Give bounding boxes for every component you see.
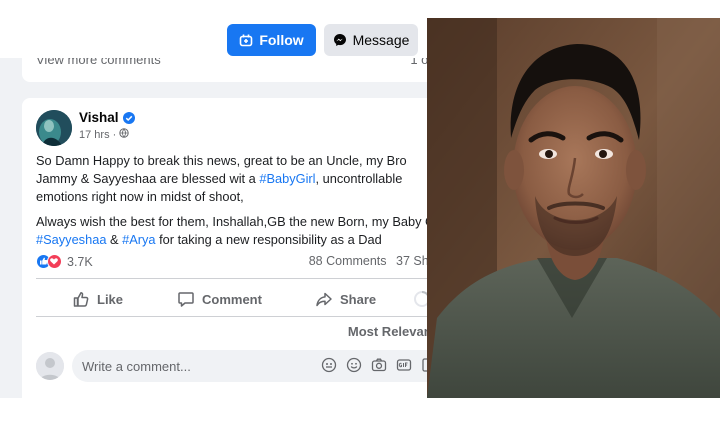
- comment-tool-icons: [321, 357, 437, 373]
- comment-input[interactable]: Write a comment...: [72, 350, 447, 382]
- post-timestamp[interactable]: 17 hrs: [79, 129, 110, 141]
- like-icon: [72, 290, 90, 308]
- camera-icon[interactable]: [371, 357, 387, 373]
- comment-icon: [177, 290, 195, 308]
- view-more-comments-link[interactable]: View more comments: [36, 58, 161, 67]
- portrait-photo: [427, 18, 720, 398]
- previous-post-card: View more comments 1 of: [22, 58, 442, 82]
- post-text-segment: for taking a new responsibility as a Dad: [155, 232, 382, 247]
- follow-button[interactable]: Follow: [227, 24, 316, 56]
- profile-action-bar: Follow Message: [0, 0, 455, 58]
- like-button[interactable]: Like: [72, 286, 123, 312]
- meta-separator: ·: [112, 128, 117, 141]
- share-label: Share: [340, 291, 377, 307]
- post-paragraph-2: Always wish the best for them, Inshallah…: [36, 213, 446, 249]
- gif-icon[interactable]: [396, 357, 412, 373]
- comment-label: Comment: [202, 291, 262, 307]
- emoji-icon[interactable]: [346, 357, 362, 373]
- messenger-icon: [333, 33, 347, 47]
- follow-label: Follow: [259, 32, 304, 48]
- globe-icon: [119, 128, 129, 141]
- post-author: Vishal: [79, 110, 135, 125]
- post-text-segment: Always wish the best for them, Inshallah…: [36, 214, 445, 229]
- post-action-bar: Like Comment Share: [36, 286, 441, 312]
- reaction-count: 3.7K: [67, 254, 93, 269]
- share-button[interactable]: Share: [315, 286, 376, 312]
- like-label: Like: [97, 291, 124, 307]
- verified-badge-icon: [122, 111, 135, 124]
- divider: [36, 316, 441, 317]
- share-icon: [315, 290, 333, 308]
- hashtag-link[interactable]: #BabyGirl: [259, 171, 315, 186]
- author-avatar[interactable]: [36, 110, 72, 146]
- message-label: Message: [352, 32, 410, 48]
- comment-sort-label: Most Relevant: [347, 324, 436, 339]
- commenter-avatar: [36, 352, 64, 380]
- post-text-segment: &: [106, 232, 123, 247]
- reaction-summary[interactable]: 3.7K: [36, 254, 93, 269]
- message-button[interactable]: Message: [324, 24, 418, 56]
- post-meta: 17 hrs ·: [79, 128, 129, 141]
- author-name[interactable]: Vishal: [79, 110, 119, 125]
- divider: [36, 278, 441, 279]
- hashtag-link[interactable]: #Arya: [122, 232, 155, 247]
- post-paragraph-1: So Damn Happy to break this news, great …: [36, 152, 446, 206]
- bottom-white-strip: [0, 398, 720, 422]
- hashtag-link[interactable]: #Sayyeshaa: [36, 232, 106, 247]
- post-body: So Damn Happy to break this news, great …: [36, 152, 446, 256]
- love-reaction-icon: [47, 254, 62, 269]
- comment-button[interactable]: Comment: [177, 286, 262, 312]
- comment-input-placeholder: Write a comment...: [82, 358, 191, 374]
- post-card: Vishal 17 hrs · · So Damn Happy to break…: [22, 98, 455, 422]
- follow-icon: [239, 33, 253, 47]
- sticker-icon[interactable]: [321, 357, 337, 373]
- facebook-screenshot: Follow Message View more comments 1 of V…: [0, 0, 455, 422]
- comments-count[interactable]: 88 Comments: [309, 254, 387, 268]
